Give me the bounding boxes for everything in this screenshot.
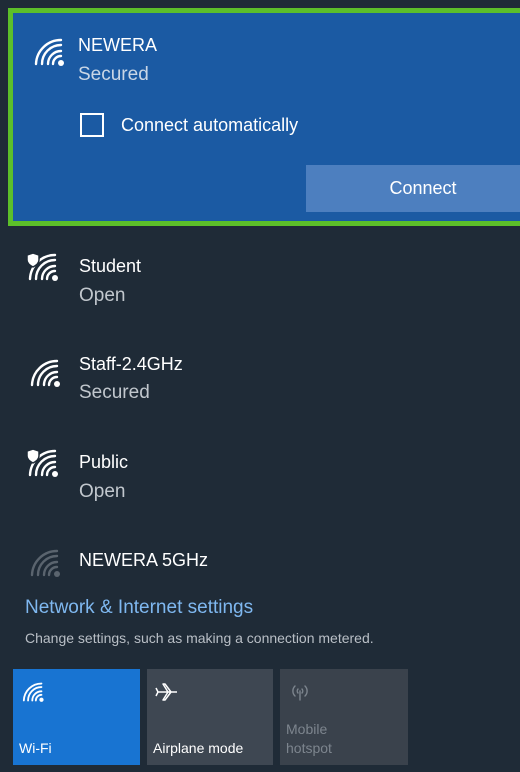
airplane-icon (155, 683, 177, 701)
airplane-mode-label: Airplane mode (153, 740, 244, 756)
network-status: Secured (78, 64, 149, 85)
wifi-weak-icon (30, 549, 60, 577)
wifi-strong-icon (34, 38, 64, 66)
connect-button[interactable]: Connect (306, 165, 520, 212)
network-item-staff[interactable]: Staff-2.4GHz Secured (0, 340, 520, 430)
network-internet-settings-link[interactable]: Network & Internet settings (25, 597, 253, 619)
wifi-shield-icon (26, 252, 58, 281)
wifi-icon (22, 682, 44, 702)
network-name: NEWERA 5GHz (79, 550, 209, 570)
wifi-shield-icon (26, 448, 58, 477)
settings-description: Change settings, such as making a connec… (25, 630, 374, 646)
mobile-hotspot-tile[interactable]: Mobile hotspot (280, 669, 408, 765)
connect-automatically-label: Connect automatically (121, 115, 299, 135)
wifi-toggle-tile[interactable]: Wi-Fi (13, 669, 140, 765)
network-item-newera-5ghz[interactable]: NEWERA 5GHz (0, 534, 520, 584)
network-status: Open (79, 285, 126, 306)
airplane-mode-tile[interactable]: Airplane mode (147, 669, 273, 765)
wifi-icon (30, 359, 60, 387)
wifi-tile-label: Wi-Fi (19, 740, 52, 756)
connect-automatically-checkbox[interactable] (80, 113, 104, 137)
network-status: Open (79, 481, 126, 502)
network-name: Public (79, 452, 129, 472)
network-status: Secured (79, 382, 150, 403)
selected-network-card[interactable]: NEWERA Secured Connect automatically Con… (8, 8, 520, 226)
network-item-public[interactable]: Public Open (0, 436, 520, 526)
network-name: Staff-2.4GHz (79, 354, 183, 374)
network-item-student[interactable]: Student Open (0, 240, 520, 330)
network-name: Student (79, 256, 142, 276)
mobile-hotspot-label: Mobile hotspot (286, 721, 332, 756)
network-flyout: NEWERA Secured Connect automatically Con… (0, 0, 520, 772)
network-name: NEWERA (78, 35, 158, 55)
hotspot-icon (292, 685, 308, 701)
